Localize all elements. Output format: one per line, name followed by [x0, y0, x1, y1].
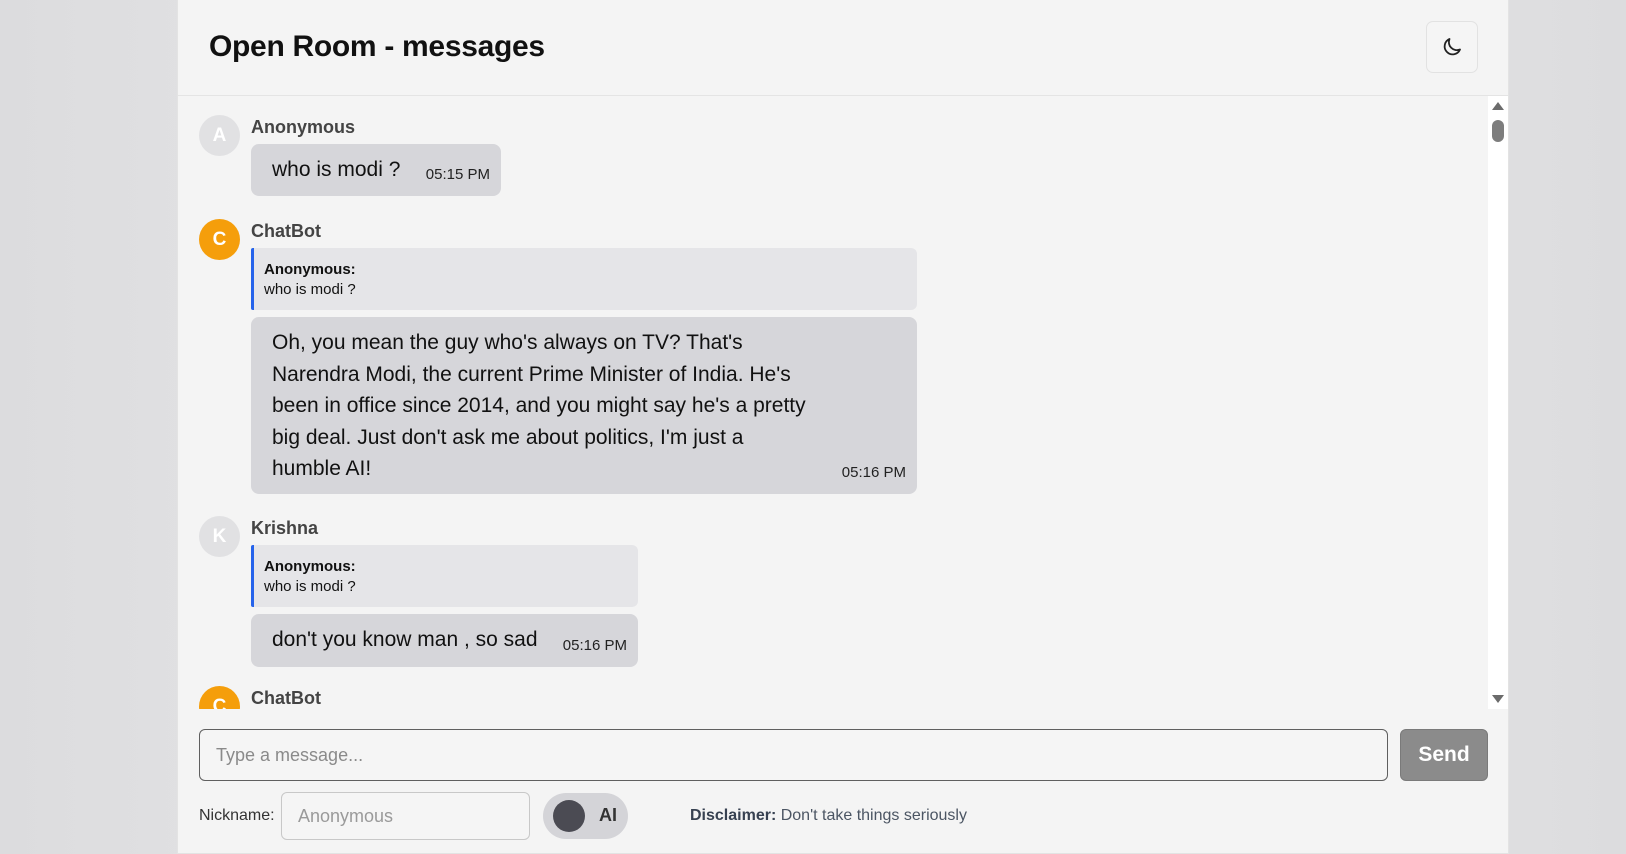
message-bubble: Oh, you mean the guy who's always on TV?…	[251, 317, 917, 494]
message-text: who is modi ?	[272, 158, 401, 181]
nickname-label: Nickname:	[199, 807, 275, 824]
message-sender: ChatBot	[251, 221, 321, 241]
disclaimer-label: Disclaimer:	[690, 807, 777, 824]
message-sender: Krishna	[251, 518, 319, 538]
avatar: C	[199, 219, 240, 260]
message-time: 05:16 PM	[841, 463, 906, 481]
message-line: big deal. Just don't ask me about politi…	[272, 425, 744, 449]
message-bubble: don't you know man , so sad 05:16 PM	[251, 614, 638, 667]
message-bubble: who is modi ? 05:15 PM	[251, 144, 501, 196]
quote-text: who is modi ?	[264, 281, 356, 298]
message-line: been in office since 2014, and you might…	[272, 394, 806, 417]
quote-text: who is modi ?	[264, 578, 356, 595]
app-header: Open Room - messages	[178, 0, 1508, 96]
nickname-input[interactable]	[281, 792, 530, 840]
message-list[interactable]: A Anonymous who is modi ? 05:15 PM C Cha…	[178, 96, 1508, 709]
send-button[interactable]: Send	[1400, 729, 1488, 781]
message-line: Oh, you mean the guy who's always on TV?…	[272, 331, 743, 354]
toggle-knob	[553, 800, 585, 832]
avatar: A	[199, 115, 240, 156]
message-sender: Anonymous	[251, 117, 356, 137]
message-line: humble AI!	[272, 457, 372, 480]
chat-app: Open Room - messages A Anonymous who is …	[177, 0, 1509, 854]
avatar: K	[199, 516, 240, 557]
moon-icon	[1443, 38, 1461, 56]
disclaimer: Disclaimer: Don't take things seriously	[690, 807, 967, 825]
scroll-up-arrow-icon[interactable]	[1492, 102, 1504, 110]
message-time: 05:16 PM	[562, 636, 627, 654]
reply-quote: Anonymous: who is modi ?	[251, 248, 917, 310]
message-text: don't you know man , so sad	[272, 628, 538, 651]
scroll-down-arrow-icon[interactable]	[1492, 695, 1504, 703]
scrollbar[interactable]	[1488, 96, 1508, 709]
avatar: C	[199, 686, 240, 709]
page-title: Open Room - messages	[209, 30, 545, 63]
quote-author: Anonymous:	[264, 558, 356, 575]
message-sender: ChatBot	[251, 688, 321, 708]
message-input[interactable]	[199, 729, 1388, 781]
message-line: Narendra Modi, the current Prime Ministe…	[272, 362, 791, 386]
quote-author: Anonymous:	[264, 261, 356, 278]
scrollbar-thumb[interactable]	[1492, 120, 1504, 142]
message-time: 05:15 PM	[425, 165, 490, 183]
ai-toggle[interactable]: AI	[543, 793, 628, 839]
reply-quote: Anonymous: who is modi ?	[251, 545, 638, 607]
disclaimer-text: Don't take things seriously	[780, 807, 967, 824]
message-text: Oh, you mean the guy who's always on TV?…	[272, 327, 806, 485]
theme-toggle-button[interactable]	[1426, 21, 1478, 73]
ai-toggle-label: AI	[599, 805, 617, 825]
